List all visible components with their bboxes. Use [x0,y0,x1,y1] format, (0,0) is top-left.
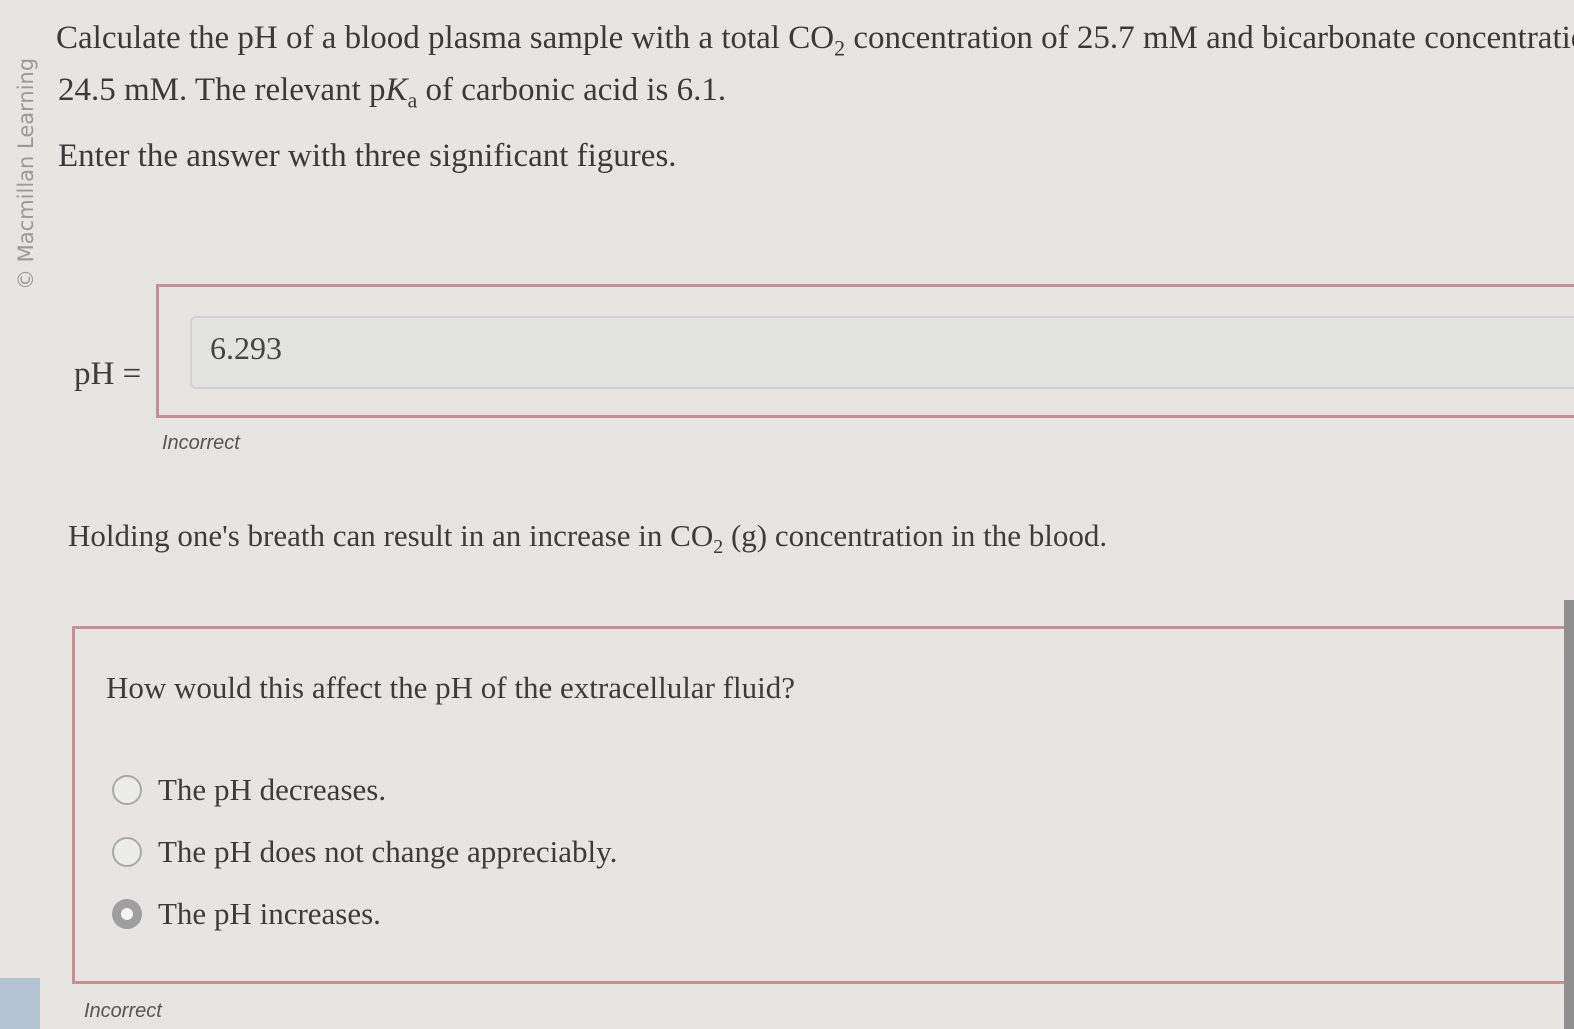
option-label: The pH does not change appreciably. [158,834,618,869]
question-line-1-pre: Calculate the pH of a blood plasma sampl… [56,20,835,56]
question-line-1-post: concentration of 25.7 mM and bicarbonate… [845,20,1574,56]
ph-label: pH = [74,356,142,392]
question-line-2-pre: 24.5 mM. The relevant p [58,72,386,108]
option-ph-no-change[interactable]: The pH does not change appreciably. [112,834,617,870]
option-label: The pH increases. [158,896,381,931]
option-label: The pH decreases. [158,772,387,807]
answer-feedback: Incorrect [162,432,240,454]
pka-subscript: a [407,87,418,113]
radio-button-selected[interactable] [112,899,142,929]
mc-feedback: Incorrect [84,1000,162,1022]
context-pre: Holding one's breath can result in an in… [68,518,714,553]
right-edge [1564,600,1574,1029]
corner-strip [0,978,40,1029]
radio-button[interactable] [112,775,142,805]
question-line-2: 24.5 mM. The relevant pKa of carbonic ac… [58,72,726,114]
question-line-2-post: of carbonic acid is 6.1. [417,72,727,108]
co2-subscript: 2 [834,35,846,61]
radio-button[interactable] [112,837,142,867]
question-instruction: Enter the answer with three significant … [58,138,677,174]
context-post: (g) concentration in the blood. [723,518,1108,553]
question-line-1: Calculate the pH of a blood plasma sampl… [56,20,1574,62]
mc-question: How would this affect the pH of the extr… [106,670,795,705]
context-co2-subscript: 2 [713,536,724,559]
page: © Macmillan Learning Calculate the pH of… [0,0,1574,1029]
context-statement: Holding one's breath can result in an in… [68,518,1107,559]
option-ph-increases[interactable]: The pH increases. [112,896,381,932]
option-ph-decreases[interactable]: The pH decreases. [112,772,386,808]
ph-answer-input[interactable]: 6.293 [190,316,1574,389]
copyright-watermark: © Macmillan Learning [14,57,38,290]
pka-k: K [385,72,408,108]
